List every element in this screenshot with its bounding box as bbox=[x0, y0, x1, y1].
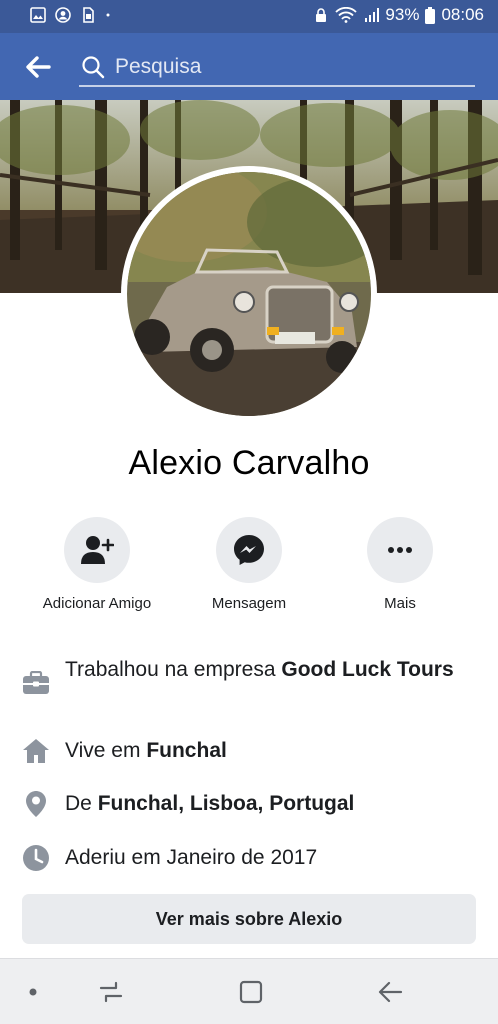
profile-picture[interactable] bbox=[121, 166, 377, 422]
briefcase-icon bbox=[21, 668, 51, 698]
info-from-text: De Funchal, Lisboa, Portugal bbox=[65, 790, 475, 817]
add-friend-label: Adicionar Amigo bbox=[42, 595, 152, 612]
messenger-icon bbox=[234, 535, 264, 565]
clock-icon bbox=[21, 843, 51, 873]
lives-city[interactable]: Funchal bbox=[146, 739, 227, 762]
gallery-icon bbox=[30, 7, 46, 23]
message-label: Mensagem bbox=[211, 595, 287, 612]
add-friend-icon bbox=[81, 536, 114, 564]
see-more-button[interactable]: Ver mais sobre Alexio bbox=[22, 894, 476, 944]
search-icon bbox=[82, 56, 105, 79]
battery-percent: 93% bbox=[385, 5, 420, 24]
nav-dot-button[interactable] bbox=[26, 979, 40, 1005]
info-lives-text: Vive em Funchal bbox=[65, 737, 475, 764]
android-nav-bar bbox=[0, 958, 498, 1024]
back-arrow-icon bbox=[26, 56, 51, 78]
message-button[interactable]: Mensagem bbox=[174, 517, 324, 612]
wifi-icon bbox=[335, 7, 358, 23]
signal-icon bbox=[365, 8, 380, 22]
profile-name: Alexio Carvalho bbox=[128, 444, 370, 482]
clock-time: 08:06 bbox=[441, 5, 484, 24]
sim-icon bbox=[83, 7, 94, 23]
location-pin-icon bbox=[21, 789, 51, 819]
add-friend-button[interactable]: Adicionar Amigo bbox=[22, 517, 172, 612]
search-bar[interactable] bbox=[79, 49, 475, 87]
nav-dot-icon bbox=[29, 988, 37, 996]
more-dots-icon bbox=[388, 547, 412, 553]
vintage-car-photo bbox=[127, 172, 371, 416]
info-work-text: Trabalhou na empresa Good Luck Tours bbox=[65, 656, 475, 683]
home-button-icon bbox=[239, 980, 263, 1004]
info-joined-text: Aderiu em Janeiro de 2017 bbox=[65, 846, 318, 869]
search-input[interactable] bbox=[115, 55, 455, 79]
top-app-bar bbox=[0, 33, 498, 100]
work-prefix: Trabalhou na empresa bbox=[65, 658, 282, 681]
lives-prefix: Vive em bbox=[65, 739, 147, 762]
back-button[interactable] bbox=[22, 52, 54, 82]
nav-back-icon bbox=[378, 981, 403, 1003]
more-label: Mais bbox=[384, 595, 416, 612]
recent-apps-icon bbox=[99, 981, 123, 1003]
lock-icon bbox=[316, 8, 327, 22]
back-nav-button[interactable] bbox=[374, 979, 406, 1005]
work-company[interactable]: Good Luck Tours bbox=[281, 658, 453, 681]
account-circle-icon bbox=[55, 7, 71, 23]
more-button[interactable]: Mais bbox=[325, 517, 475, 612]
message-circle[interactable] bbox=[216, 517, 282, 583]
home-icon bbox=[21, 736, 51, 766]
add-friend-circle[interactable] bbox=[64, 517, 130, 583]
notification-dot-icon bbox=[106, 13, 110, 17]
recent-apps-button[interactable] bbox=[96, 979, 126, 1005]
more-circle[interactable] bbox=[367, 517, 433, 583]
battery-icon bbox=[425, 6, 436, 24]
from-prefix: De bbox=[65, 792, 98, 815]
status-bar: 93% 08:06 bbox=[0, 0, 498, 33]
home-nav-button[interactable] bbox=[236, 979, 266, 1005]
from-place[interactable]: Funchal, Lisboa, Portugal bbox=[98, 792, 355, 815]
